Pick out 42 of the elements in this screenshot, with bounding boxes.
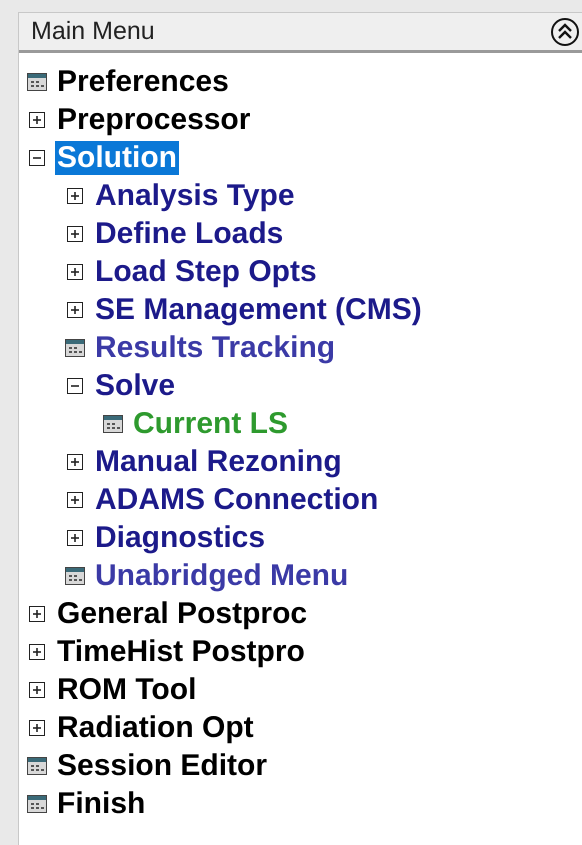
expand-icon[interactable]	[67, 302, 83, 318]
expand-icon[interactable]	[67, 454, 83, 470]
expand-icon[interactable]	[67, 492, 83, 508]
dialog-icon	[27, 73, 47, 91]
menu-item[interactable]: General Postproc	[55, 597, 310, 631]
menu-item[interactable]: Current LS	[131, 407, 290, 441]
collapse-panel-icon[interactable]	[550, 16, 580, 46]
menu-item[interactable]: Unabridged Menu	[93, 559, 350, 593]
menu-item[interactable]: TimeHist Postpro	[55, 635, 307, 669]
menu-item[interactable]: SE Management (CMS)	[93, 293, 424, 327]
menu-item[interactable]: Solution	[55, 141, 179, 175]
dialog-icon	[103, 415, 123, 433]
dialog-icon	[27, 757, 47, 775]
menu-item[interactable]: Preferences	[55, 65, 231, 99]
expand-icon[interactable]	[29, 606, 45, 622]
menu-item[interactable]: Finish	[55, 787, 148, 821]
expand-icon[interactable]	[67, 530, 83, 546]
expand-icon[interactable]	[29, 720, 45, 736]
expand-icon[interactable]	[67, 226, 83, 242]
menu-item[interactable]: Analysis Type	[93, 179, 297, 213]
menu-item[interactable]: Manual Rezoning	[93, 445, 344, 479]
panel-title: Main Menu	[31, 16, 155, 47]
menu-item[interactable]: Diagnostics	[93, 521, 268, 555]
expand-icon[interactable]	[67, 188, 83, 204]
menu-item[interactable]: Define Loads	[93, 217, 286, 251]
menu-item[interactable]: Preprocessor	[55, 103, 252, 137]
collapse-icon[interactable]	[67, 378, 83, 394]
expand-icon[interactable]	[67, 264, 83, 280]
dialog-icon	[65, 339, 85, 357]
menu-item[interactable]: Results Tracking	[93, 331, 338, 365]
expand-icon[interactable]	[29, 682, 45, 698]
expand-icon[interactable]	[29, 112, 45, 128]
menu-item[interactable]: Load Step Opts	[93, 255, 319, 289]
expand-icon[interactable]	[29, 644, 45, 660]
dialog-icon	[65, 567, 85, 585]
dialog-icon	[27, 795, 47, 813]
menu-item[interactable]: Radiation Opt	[55, 711, 256, 745]
collapse-icon[interactable]	[29, 150, 45, 166]
menu-item[interactable]: ADAMS Connection	[93, 483, 380, 517]
menu-item[interactable]: ROM Tool	[55, 673, 198, 707]
menu-item[interactable]: Solve	[93, 369, 178, 403]
menu-item[interactable]: Session Editor	[55, 749, 270, 783]
